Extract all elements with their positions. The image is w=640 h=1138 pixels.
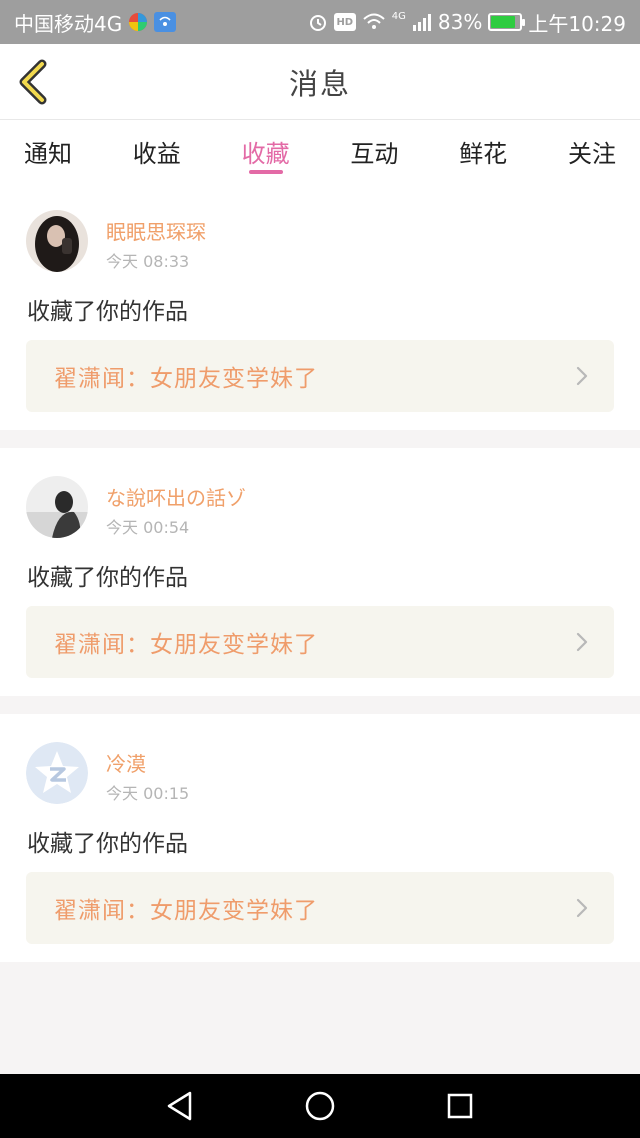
status-left: 中国移动4G [14, 8, 177, 37]
timestamp: 今天 08:33 [106, 252, 190, 271]
wifi-icon [362, 12, 386, 32]
username[interactable]: 冷漠 [106, 748, 146, 777]
chevron-right-icon [576, 366, 588, 386]
alarm-icon [308, 12, 328, 32]
tab-flowers[interactable]: 鲜花 [459, 120, 507, 182]
recents-square-icon [447, 1093, 473, 1119]
avatar[interactable] [26, 476, 88, 538]
notification-feed: 眠眠思琛琛 今天 08:33 收藏了你的作品 翟潇闻：女朋友变学妹了 な說吥出の… [0, 182, 640, 980]
status-bar: 中国移动4G HD 4G 83% 上午10:29 [0, 0, 640, 44]
work-link[interactable]: 翟潇闻：女朋友变学妹了 [26, 872, 614, 944]
clock: 上午10:29 [528, 11, 626, 36]
avatar[interactable] [26, 210, 88, 272]
hd-icon: HD [333, 13, 356, 31]
page-title: 消息 [288, 66, 351, 101]
avatar-photo-dark [26, 210, 88, 272]
avatar-photo-light [26, 476, 88, 538]
tab-bar: 通知 收益 收藏 互动 鲜花 关注 [0, 120, 640, 182]
home-circle-icon [305, 1091, 335, 1121]
notification-card: な說吥出の話ゾ 今天 00:54 收藏了你的作品 翟潇闻：女朋友变学妹了 [0, 448, 640, 696]
battery-level [491, 16, 515, 28]
baidu-icon [128, 12, 148, 32]
network-type-label: 4G [391, 10, 406, 22]
carrier-label: 中国移动4G [14, 11, 123, 36]
nav-back-button[interactable] [160, 1086, 200, 1126]
action-text: 收藏了你的作品 [27, 831, 188, 857]
nav-recents-button[interactable] [440, 1086, 480, 1126]
chevron-left-icon [19, 59, 47, 105]
status-right: HD 4G 83% 上午10:29 [308, 8, 626, 37]
battery-percent: 83% [437, 10, 483, 34]
battery-icon [488, 13, 526, 31]
wifi-hotspot-icon [154, 12, 177, 32]
tab-follows[interactable]: 关注 [568, 120, 616, 182]
notification-card: 冷漠 今天 00:15 收藏了你的作品 翟潇闻：女朋友变学妹了 [0, 714, 640, 962]
action-text: 收藏了你的作品 [27, 299, 188, 325]
qzone-star-icon [26, 742, 88, 804]
chevron-right-icon [576, 632, 588, 652]
tab-earnings[interactable]: 收益 [133, 120, 181, 182]
work-link[interactable]: 翟潇闻：女朋友变学妹了 [26, 606, 614, 678]
tab-favorites[interactable]: 收藏 [242, 120, 290, 182]
back-triangle-icon [167, 1091, 192, 1121]
nav-home-button[interactable] [300, 1086, 340, 1126]
tab-interactions[interactable]: 互动 [350, 120, 398, 182]
timestamp: 今天 00:15 [106, 784, 190, 803]
timestamp: 今天 00:54 [106, 518, 190, 537]
back-button[interactable] [16, 58, 52, 106]
signal-icon [412, 13, 432, 31]
work-title: 翟潇闻：女朋友变学妹了 [54, 898, 318, 924]
work-link[interactable]: 翟潇闻：女朋友变学妹了 [26, 340, 614, 412]
notification-card: 眠眠思琛琛 今天 08:33 收藏了你的作品 翟潇闻：女朋友变学妹了 [0, 182, 640, 430]
username[interactable]: 眠眠思琛琛 [106, 216, 206, 245]
work-title: 翟潇闻：女朋友变学妹了 [54, 366, 318, 392]
tab-notifications[interactable]: 通知 [24, 120, 72, 182]
header: 消息 [0, 44, 640, 120]
chevron-right-icon [576, 898, 588, 918]
system-nav-bar [0, 1074, 640, 1138]
avatar[interactable] [26, 742, 88, 804]
work-title: 翟潇闻：女朋友变学妹了 [54, 632, 318, 658]
username[interactable]: な說吥出の話ゾ [106, 482, 246, 511]
action-text: 收藏了你的作品 [27, 565, 188, 591]
